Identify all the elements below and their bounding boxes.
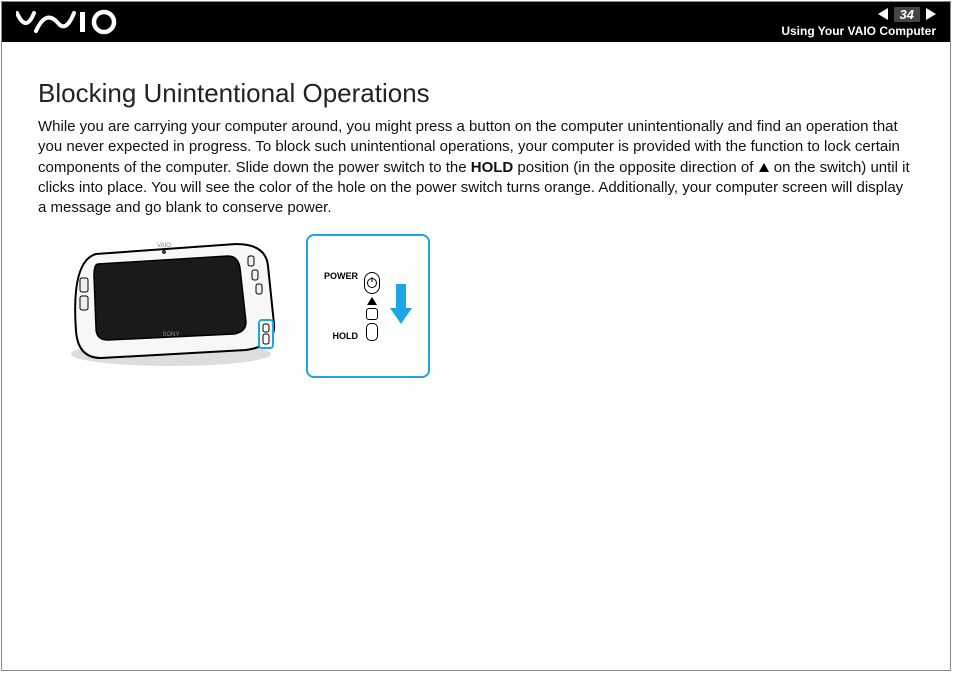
switch-labels: POWER HOLD: [324, 271, 358, 341]
triangle-up-icon: [759, 163, 769, 172]
svg-text:VAIO: VAIO: [157, 243, 171, 249]
vaio-logo: [16, 9, 126, 35]
header-bar: 34 Using Your VAIO Computer: [2, 2, 950, 42]
next-page-arrow-icon[interactable]: [926, 8, 936, 20]
page-number: 34: [894, 7, 920, 22]
triangle-up-icon: [367, 297, 377, 305]
section-title: Using Your VAIO Computer: [781, 24, 936, 38]
page-nav: 34: [878, 7, 936, 22]
hold-word: HOLD: [471, 159, 514, 176]
device-illustration: VAIO SONY: [56, 236, 286, 376]
header-right: 34 Using Your VAIO Computer: [781, 2, 936, 42]
prev-page-arrow-icon[interactable]: [878, 8, 888, 20]
switch-diagram: [364, 272, 380, 341]
down-arrow-icon: [390, 282, 412, 331]
switch-slot-icon: [366, 308, 378, 320]
svg-text:SONY: SONY: [162, 332, 179, 338]
document-page: 34 Using Your VAIO Computer Blocking Uni…: [1, 1, 951, 671]
para-text-2: position (in the opposite direction of: [513, 159, 757, 176]
power-label: POWER: [324, 271, 358, 281]
body-paragraph: While you are carrying your computer aro…: [38, 117, 914, 218]
figure-row: VAIO SONY POWER HOLD: [56, 234, 914, 378]
switch-callout: POWER HOLD: [306, 234, 430, 378]
hold-label: HOLD: [324, 331, 358, 341]
content-area: Blocking Unintentional Operations While …: [2, 42, 950, 378]
page-title: Blocking Unintentional Operations: [38, 78, 914, 109]
switch-slider-icon: [366, 323, 378, 341]
power-icon: [364, 272, 380, 294]
